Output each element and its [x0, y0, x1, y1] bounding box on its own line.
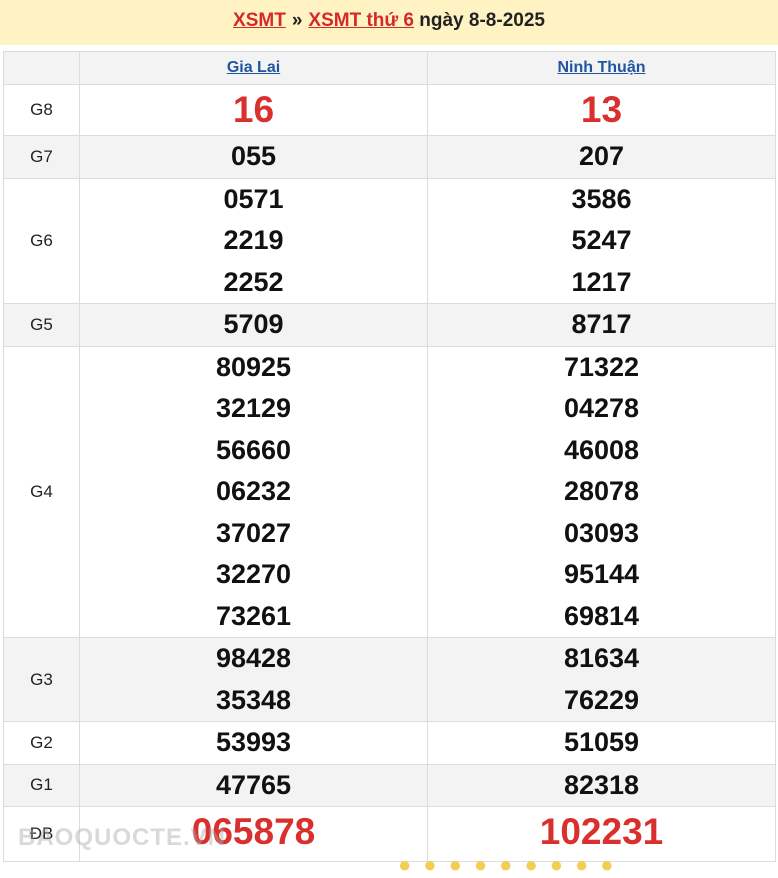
winning-number: 80925 — [215, 351, 292, 382]
winning-number: 82318 — [563, 769, 640, 800]
table-row: G2 53993 51059 — [3, 721, 776, 765]
result-cell: 16 — [79, 84, 428, 136]
result-cell: 82318 — [427, 763, 776, 807]
winning-number: 71322 — [563, 351, 640, 382]
prize-label: G8 — [3, 84, 80, 136]
result-cell: 055 — [79, 135, 428, 179]
province-link-gia-lai[interactable]: Gia Lai — [227, 59, 280, 76]
table-row: ĐB 065878 102231 — [3, 806, 776, 862]
winning-number: 055 — [230, 141, 277, 171]
result-cell: 3586 5247 1217 — [427, 177, 776, 304]
winning-number: 32129 — [215, 393, 292, 423]
winning-number: 13 — [580, 89, 623, 130]
province-header-cell: Gia Lai — [79, 51, 428, 85]
winning-number: 0571 — [223, 183, 284, 214]
result-cell: 98428 35348 — [79, 637, 428, 722]
winning-number: 69814 — [563, 600, 640, 631]
breadcrumb-xsmt-friday-link[interactable]: XSMT thứ 6 — [308, 10, 414, 31]
winning-number: 35348 — [215, 684, 292, 715]
prize-label: G6 — [3, 177, 80, 304]
winning-number: 76229 — [563, 684, 640, 715]
winning-number: 3586 — [571, 183, 632, 214]
table-header-row: Gia Lai Ninh Thuận — [3, 51, 776, 85]
winning-number: 53993 — [215, 727, 292, 757]
winning-number: 102231 — [539, 811, 664, 852]
breadcrumb-xsmt-link[interactable]: XSMT — [233, 10, 286, 31]
table-row: G1 47765 82318 — [3, 763, 776, 807]
winning-number: 16 — [232, 89, 275, 130]
prize-label: G5 — [3, 303, 80, 347]
winning-number: 81634 — [563, 643, 640, 673]
breadcrumb-separator: » — [291, 10, 303, 31]
winning-number: 06232 — [215, 476, 292, 506]
result-cell: 53993 — [79, 721, 428, 765]
table-row: G6 0571 2219 2252 3586 5247 1217 — [3, 177, 776, 304]
winning-number: 5709 — [223, 309, 284, 339]
result-cell: 81634 76229 — [427, 637, 776, 722]
result-cell: 0571 2219 2252 — [79, 177, 428, 304]
winning-number: 32270 — [215, 559, 292, 589]
winning-number: 065878 — [191, 811, 316, 852]
prize-label: ĐB — [3, 806, 80, 862]
result-cell: 80925 32129 56660 06232 37027 32270 73261 — [79, 345, 428, 638]
prize-label: G7 — [3, 135, 80, 179]
result-cell: 102231 — [427, 806, 776, 862]
result-cell: 8717 — [427, 303, 776, 347]
winning-number: 1217 — [571, 266, 632, 297]
table-row: G4 80925 32129 56660 06232 37027 32270 73261 713… — [3, 345, 776, 638]
winning-number: 95144 — [563, 559, 640, 589]
prize-header-cell — [3, 51, 80, 85]
winning-number: 8717 — [571, 309, 632, 339]
result-cell: 065878 — [79, 806, 428, 862]
winning-number: 47765 — [215, 769, 292, 800]
result-cell: 71322 04278 46008 28078 03093 95144 69814 — [427, 345, 776, 638]
prize-label: G3 — [3, 637, 80, 722]
winning-number: 04278 — [563, 393, 640, 423]
page-header: XSMT» XSMT thứ 6 ngày 8-8-2025 — [0, 0, 778, 45]
winning-number: 56660 — [215, 434, 292, 465]
winning-number: 46008 — [563, 434, 640, 465]
winning-number: 2252 — [223, 266, 284, 297]
table-row: G8 16 13 — [3, 84, 776, 136]
table-row: G7 055 207 — [3, 135, 776, 179]
winning-number: 28078 — [563, 476, 640, 506]
result-cell: 47765 — [79, 763, 428, 807]
winning-number: 03093 — [563, 517, 640, 548]
draw-date: ngày 8-8-2025 — [419, 10, 545, 31]
winning-number: 2219 — [223, 225, 284, 255]
result-cell: 5709 — [79, 303, 428, 347]
winning-number: 51059 — [563, 727, 640, 757]
table-row: G5 5709 8717 — [3, 303, 776, 347]
result-cell: 51059 — [427, 721, 776, 765]
winning-number: 5247 — [571, 225, 632, 255]
winning-number: 98428 — [215, 643, 292, 673]
results-table: Gia Lai Ninh Thuận G8 16 13 G7 055 207 G6 0571 2… — [3, 51, 776, 862]
winning-number: 207 — [578, 141, 625, 171]
winning-number: 73261 — [215, 600, 292, 631]
winning-number: 37027 — [215, 517, 292, 548]
province-link-ninh-thuan[interactable]: Ninh Thuận — [558, 59, 646, 76]
prize-label: G4 — [3, 345, 80, 638]
prize-label: G2 — [3, 721, 80, 765]
table-row: G3 98428 35348 81634 76229 — [3, 637, 776, 722]
province-header-cell: Ninh Thuận — [427, 51, 776, 85]
result-cell: 207 — [427, 135, 776, 179]
prize-label: G1 — [3, 763, 80, 807]
result-cell: 13 — [427, 84, 776, 136]
